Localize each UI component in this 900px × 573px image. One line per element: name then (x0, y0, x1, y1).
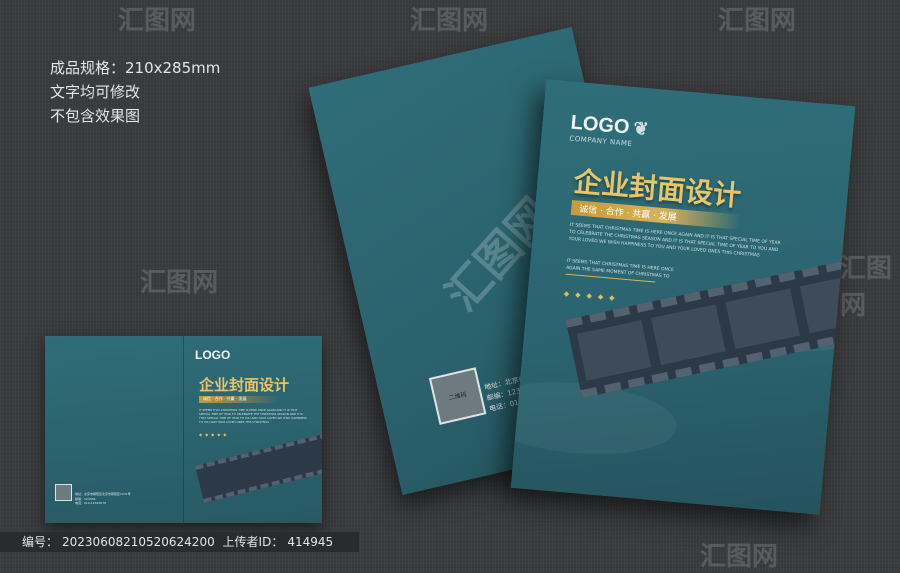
qr-label: 二维码 (448, 391, 468, 402)
diamond-dots: ◆◆◆◆◆ (563, 289, 621, 303)
watermark-logo: 汇图网 (718, 6, 797, 36)
front-cover-mockup: LOGO ❦ COMPANY NAME 企业封面设计 诚信 · 合作 · 共赢 ·… (510, 79, 856, 515)
spec-notes: 成品规格：210x285mm 文字均可修改 不包含效果图 (50, 56, 220, 128)
spec-no-mockup: 不包含效果图 (50, 107, 141, 125)
spec-editable: 文字均可修改 (50, 83, 141, 101)
spread-contact-phone: 电话：010-12345678 (75, 501, 107, 505)
footer-info-bar: 编号： 20230608210520624200 上传者ID： 414945 (0, 532, 360, 552)
id-label: 编号： (22, 535, 59, 549)
spread-contact-address: 地址：北京市朝阳区北京市朝阳区1231号 (75, 492, 131, 496)
uploader-value: 414945 (287, 535, 334, 549)
spread-title: 企业封面设计 (199, 376, 290, 394)
spread-slogan: 诚信 · 合作 · 共赢 · 发展 (203, 396, 247, 401)
spread-diamond-dots: ◆◆◆◆◆ (199, 432, 230, 437)
uploader-label: 上传者ID： (222, 535, 284, 549)
spread-film-strip (195, 427, 322, 503)
id-value: 20230608210520624200 (62, 535, 215, 549)
film-frame (651, 304, 726, 365)
film-frame (725, 288, 800, 350)
watermark-logo: 汇图网 (840, 254, 893, 321)
spread-english-text: IT SEEMS THAT CHRISTMAS TIME IS HERE ONC… (199, 408, 307, 424)
bird-logo-icon: ❦ (632, 118, 650, 140)
flat-spread-preview: LOGO 企业封面设计 诚信 · 合作 · 共赢 · 发展 IT SEEMS T… (45, 336, 322, 523)
watermark-logo: 汇图网 (118, 6, 197, 36)
qr-code-placeholder: 二维码 (428, 367, 487, 425)
spread-qr-code (55, 484, 72, 501)
film-frame (576, 320, 652, 381)
watermark-logo: 汇图网 (410, 6, 489, 36)
spread-logo: LOGO (195, 348, 231, 362)
spec-size: 成品规格：210x285mm (50, 59, 221, 77)
watermark-logo: 汇图网 (700, 542, 779, 572)
watermark-logo: 汇图网 (140, 268, 219, 298)
spread-contact-info: 地址：北京市朝阳区北京市朝阳区1231号 邮编：123456 电话：010-12… (75, 492, 131, 506)
spine-line (183, 336, 184, 523)
